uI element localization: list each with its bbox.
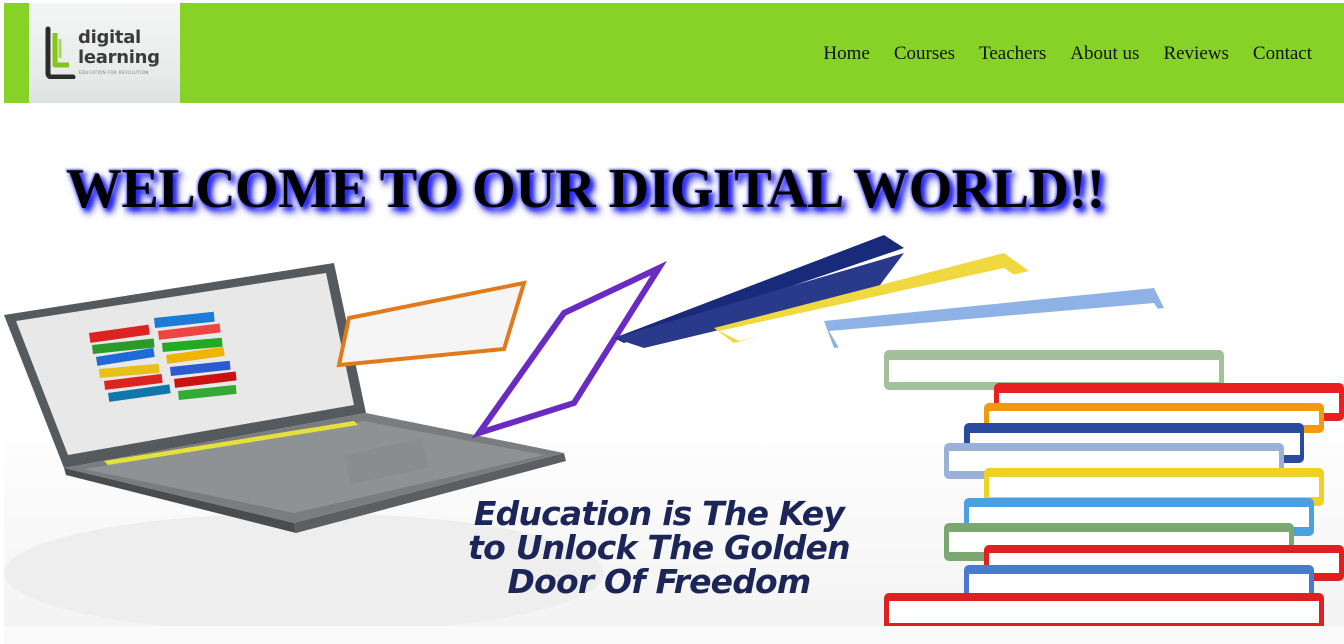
top-navbar: digital learning EDUCATION FOR REVOLUTIO… bbox=[4, 3, 1344, 103]
nav-home[interactable]: Home bbox=[823, 44, 869, 64]
hero-quote: Education is The Key to Unlock The Golde… bbox=[374, 497, 944, 599]
logo-tagline: EDUCATION FOR REVOLUTION bbox=[79, 70, 149, 75]
hero-banner: WELCOME TO OUR DIGITAL WORLD!! Education… bbox=[4, 103, 1344, 626]
nav-courses[interactable]: Courses bbox=[894, 44, 955, 64]
book-stack-icon bbox=[884, 350, 1344, 626]
nav-teachers[interactable]: Teachers bbox=[979, 44, 1046, 64]
logo-text-digital: digital bbox=[78, 27, 141, 48]
main-nav: Home Courses Teachers About us Reviews C… bbox=[799, 44, 1312, 64]
nav-reviews[interactable]: Reviews bbox=[1163, 44, 1228, 64]
nav-about-us[interactable]: About us bbox=[1070, 44, 1139, 64]
quote-line-3: Door Of Freedom bbox=[507, 562, 811, 601]
page-bottom-strip bbox=[4, 626, 1344, 644]
nav-contact[interactable]: Contact bbox=[1253, 44, 1312, 64]
site-logo[interactable]: digital learning EDUCATION FOR REVOLUTIO… bbox=[29, 3, 180, 103]
logo-text-learning: learning bbox=[78, 47, 160, 68]
quote-line-2: to Unlock The Golden bbox=[468, 528, 850, 567]
quote-line-1: Education is The Key bbox=[473, 494, 845, 533]
book-l-logo-icon bbox=[45, 26, 76, 79]
hero-title: WELCOME TO OUR DIGITAL WORLD!! bbox=[66, 158, 1105, 220]
